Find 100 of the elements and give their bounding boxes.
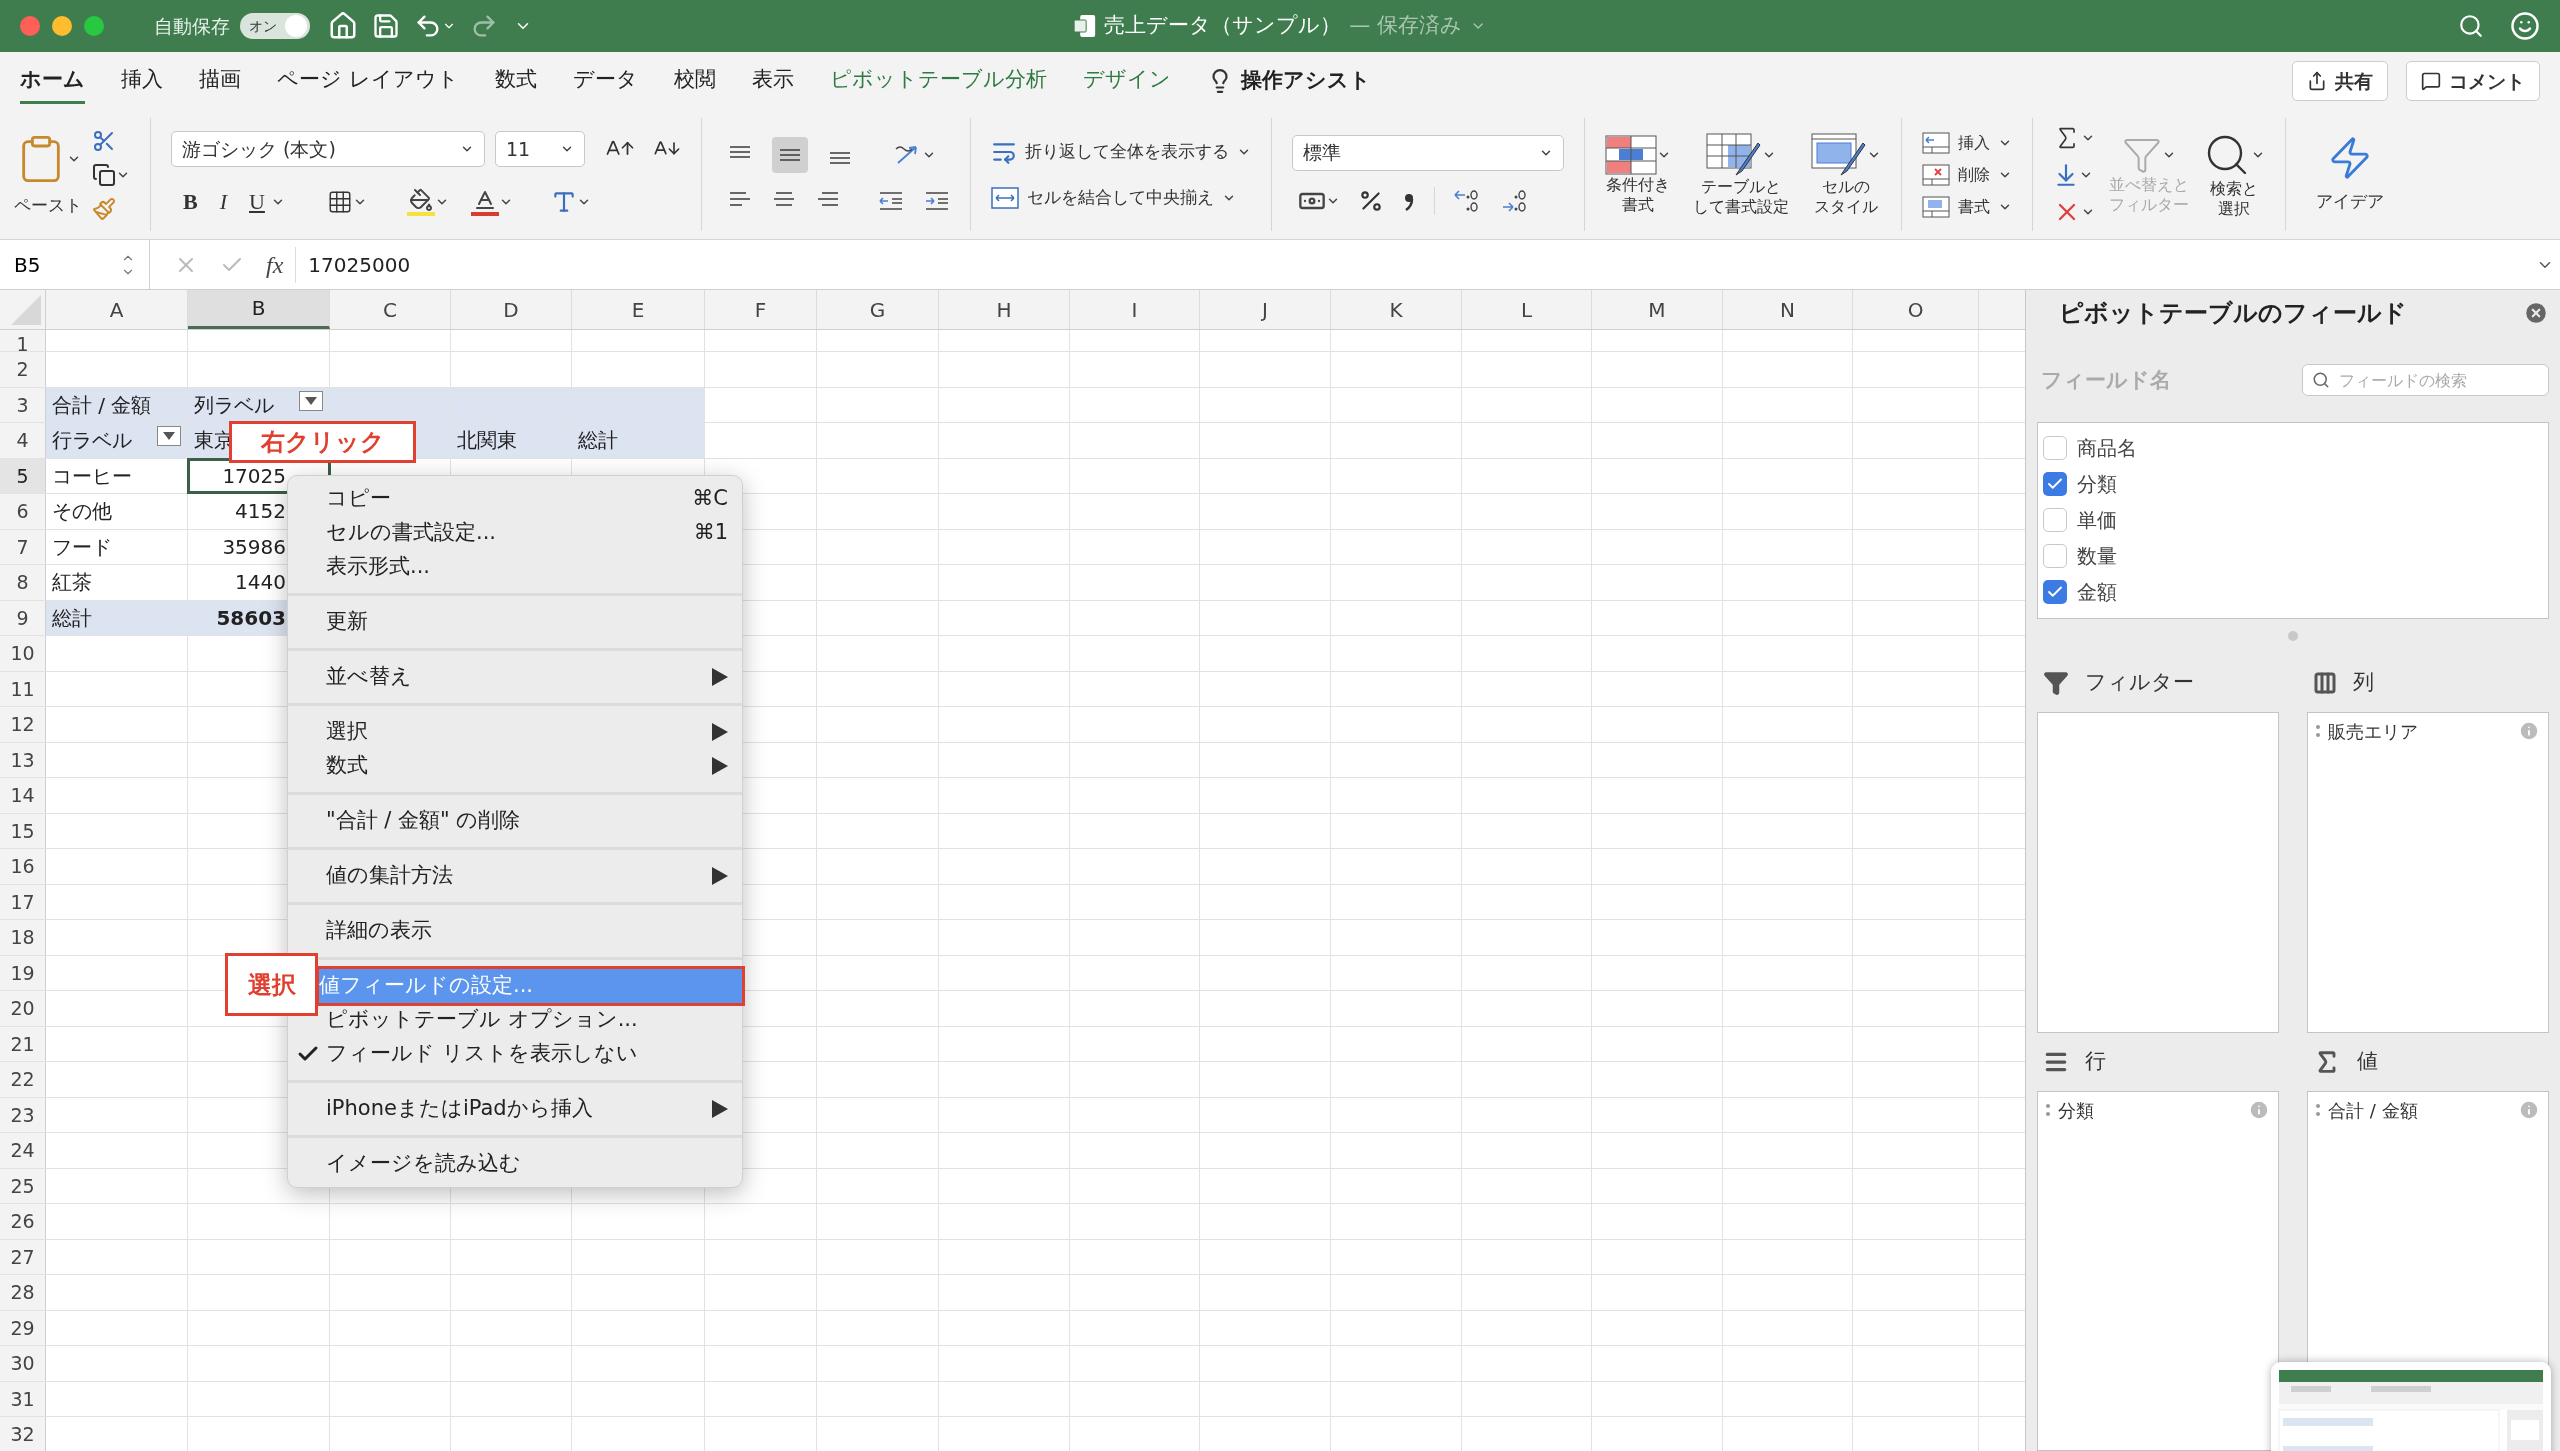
row-header[interactable]: 9 [0,600,46,635]
row-header[interactable]: 21 [0,1026,46,1061]
format-cells-button[interactable]: 書式 [1922,194,2012,219]
menu-item[interactable]: iPhoneまたはiPadから挿入 [288,1092,742,1126]
format-as-table-button[interactable]: テーブルと して書式設定 [1693,132,1789,217]
field-checkbox[interactable] [2043,436,2067,461]
menu-item[interactable]: 値の集計方法 [288,859,742,893]
field-checkbox[interactable] [2043,579,2067,604]
row-header[interactable]: 7 [0,529,46,564]
paste-label[interactable]: ペースト [14,192,82,219]
insert-function-button[interactable]: fx [266,246,297,283]
row-header[interactable]: 18 [0,920,46,955]
row-header[interactable]: 11 [0,671,46,706]
ribbon-tab[interactable]: 数式 [494,57,537,105]
filter-dropdown-button[interactable] [157,426,181,446]
row-header[interactable]: 23 [0,1097,46,1132]
column-header[interactable]: H [939,290,1070,329]
column-header[interactable]: I [1070,290,1200,329]
menu-item[interactable]: 数式 [288,749,742,783]
row-header[interactable]: 4 [0,423,46,458]
row-header[interactable]: 27 [0,1239,46,1274]
ribbon-tab[interactable]: デザイン [1082,57,1171,105]
menu-item[interactable]: セルの書式設定... ⌘1 [288,516,742,550]
format-painter-icon[interactable] [92,196,116,221]
smiley-icon[interactable] [2510,11,2540,41]
row-header[interactable]: 2 [0,352,46,387]
row-header[interactable]: 5 [0,458,46,493]
row-header[interactable]: 28 [0,1275,46,1310]
column-header[interactable]: B [188,290,330,329]
save-icon[interactable] [372,12,400,40]
search-icon[interactable] [2458,13,2484,39]
menu-item[interactable]: 並べ替え [288,660,742,694]
row-header[interactable]: 22 [0,1062,46,1097]
column-header[interactable]: N [1723,290,1853,329]
home-icon[interactable] [328,11,358,41]
row-header[interactable]: 8 [0,565,46,600]
row-header[interactable]: 30 [0,1346,46,1381]
fill-color-icon[interactable] [406,187,435,216]
menu-item[interactable]: 選択 [288,715,742,749]
row-header[interactable]: 13 [0,742,46,777]
share-button[interactable]: 共有 [2292,61,2388,101]
ribbon-tab[interactable]: 表示 [751,57,794,105]
menu-item[interactable]: "合計 / 金額" の削除 [288,804,742,838]
column-header[interactable]: O [1853,290,1979,329]
row-header[interactable]: 16 [0,849,46,884]
row-header[interactable]: 32 [0,1417,46,1451]
underline-button[interactable]: U [249,185,265,218]
row-header[interactable]: 29 [0,1310,46,1345]
find-select-button[interactable]: 検索と 選択 [2203,130,2265,219]
menu-item[interactable]: コピー ⌘C [288,482,742,516]
row-header[interactable]: 24 [0,1133,46,1168]
resize-handle[interactable] [2288,631,2298,642]
ribbon-tab[interactable]: ホーム [20,57,85,105]
column-header[interactable]: G [817,290,939,329]
row-header[interactable]: 3 [0,387,46,422]
menu-item[interactable]: 更新 [288,605,742,639]
column-header[interactable]: C [330,290,451,329]
row-header[interactable]: 25 [0,1168,46,1203]
ribbon-tab[interactable]: ページ レイアウト [277,57,459,105]
menu-item[interactable]: 詳細の表示 [288,914,742,948]
column-header[interactable]: M [1592,290,1723,329]
font-size-dropdown[interactable]: 11 [495,131,585,167]
italic-button[interactable]: I [219,185,227,218]
column-header[interactable]: J [1200,290,1331,329]
copy-icon[interactable] [92,162,116,187]
insert-cells-button[interactable]: 挿入 [1922,130,2012,155]
column-header[interactable]: L [1462,290,1592,329]
ribbon-tab[interactable]: ピボットテーブル分析 [829,57,1047,105]
column-header[interactable]: D [451,290,572,329]
row-header[interactable]: 12 [0,707,46,742]
cell-styles-button[interactable]: セルの スタイル [1811,132,1881,217]
menu-item[interactable]: イメージを読み込む [288,1147,742,1181]
merge-center-button[interactable]: セルを結合して中央揃え [991,184,1251,211]
number-format-dropdown[interactable]: 標準 [1292,134,1564,171]
cut-icon[interactable] [92,128,116,153]
wrap-text-button[interactable]: 折り返して全体を表示する [991,138,1251,165]
name-box[interactable]: B5 [0,240,150,289]
minimize-window-button[interactable] [52,16,72,36]
row-header[interactable]: 26 [0,1204,46,1239]
row-header[interactable]: 15 [0,813,46,848]
column-header[interactable]: E [572,290,705,329]
tell-me-field[interactable]: 操作アシスト [1240,65,1371,97]
field-checkbox[interactable] [2043,543,2067,568]
ribbon-tab[interactable]: 描画 [199,57,241,105]
filter-dropdown-button[interactable] [299,390,323,411]
middle-align-button[interactable] [772,136,808,173]
autosave-toggle[interactable]: オン [240,13,310,39]
bold-button[interactable]: B [183,185,198,218]
field-search-field[interactable]: フィールドの検索 [2302,364,2549,397]
field-checkbox[interactable] [2043,508,2067,532]
row-header[interactable]: 1 [0,330,46,351]
conditional-formatting-button[interactable]: 条件付き 書式 [1605,134,1671,215]
column-header[interactable]: F [705,290,817,329]
column-header[interactable]: K [1331,290,1462,329]
field-checkbox[interactable] [2043,472,2067,497]
area-field-item[interactable]: 合計 / 金額 [2308,1092,2548,1128]
row-header[interactable]: 10 [0,636,46,671]
area-field-item[interactable]: 分類 [2038,1092,2278,1128]
row-header[interactable]: 6 [0,494,46,529]
comments-button[interactable]: コメント [2406,61,2540,101]
